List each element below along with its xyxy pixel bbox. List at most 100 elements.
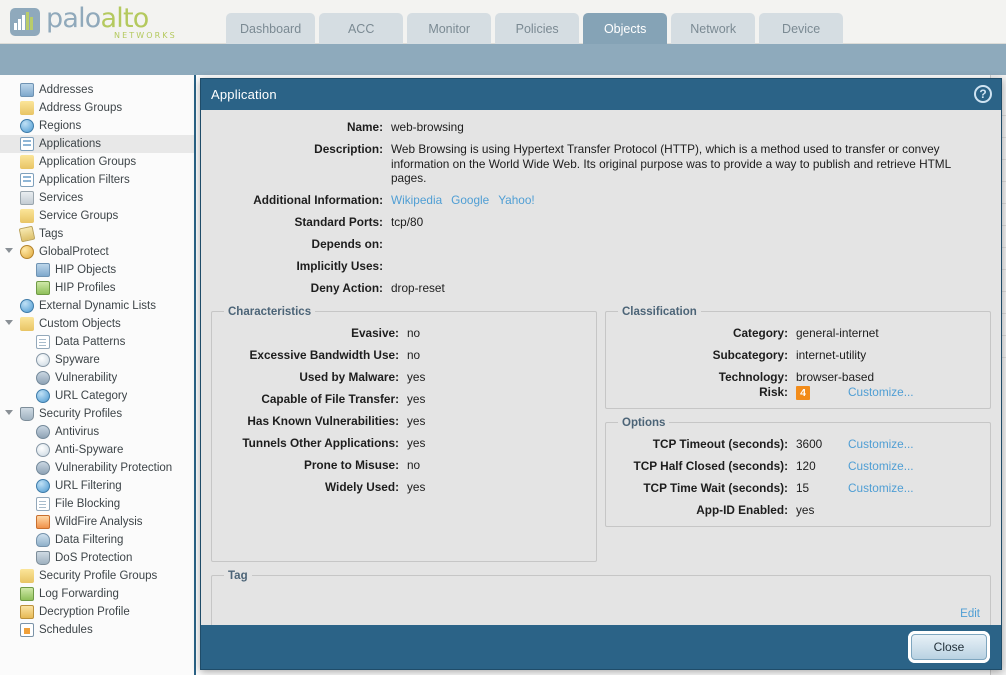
expand-triangle-icon[interactable] (5, 410, 13, 415)
tag-panel: Tag Edit (211, 569, 991, 625)
tag-edit-link[interactable]: Edit (960, 608, 980, 620)
sidebar-item-address-groups[interactable]: Address Groups (0, 99, 194, 117)
sidebar-item-dos-protection[interactable]: DoS Protection (0, 549, 194, 567)
characteristic-label: Excessive Bandwidth Use: (249, 347, 399, 362)
sidebar-item-globalprotect[interactable]: GlobalProtect (0, 243, 194, 261)
tab-policies[interactable]: Policies (495, 13, 580, 44)
sidebar-item-label: Address Groups (39, 102, 123, 114)
dialog-body: Name: web-browsing Description: Web Brow… (201, 110, 1001, 625)
sidebar-item-log-forwarding[interactable]: Log Forwarding (0, 585, 194, 603)
wildfire-analysis-icon (36, 515, 50, 529)
option-customize-link[interactable]: Customize... (848, 437, 914, 451)
security-profiles-icon (20, 407, 34, 421)
option-row: App-ID Enabled: yes (616, 503, 980, 518)
link-yahoo-[interactable]: Yahoo! (498, 193, 535, 207)
option-value: yes (796, 503, 848, 518)
sidebar-item-label: Vulnerability (55, 372, 118, 384)
options-legend: Options (622, 416, 666, 429)
characteristic-label: Prone to Misuse: (303, 457, 399, 472)
sidebar-item-url-category[interactable]: URL Category (0, 387, 194, 405)
expand-triangle-icon[interactable] (5, 248, 13, 253)
link-google[interactable]: Google (451, 193, 489, 207)
help-icon[interactable]: ? (974, 85, 992, 103)
sidebar-item-external-dynamic-lists[interactable]: External Dynamic Lists (0, 297, 194, 315)
close-button[interactable]: Close (908, 631, 990, 663)
option-value: 3600 Customize... (796, 437, 914, 452)
sidebar-item-spyware[interactable]: Spyware (0, 351, 194, 369)
sidebar-item-antivirus[interactable]: Antivirus (0, 423, 194, 441)
sidebar-item-regions[interactable]: Regions (0, 117, 194, 135)
classification-legend: Classification (622, 305, 697, 318)
option-number: 120 (796, 458, 816, 473)
sidebar-item-label: Data Patterns (55, 336, 126, 348)
sidebar-item-applications[interactable]: Applications (0, 135, 194, 153)
risk-customize-link[interactable]: Customize... (848, 385, 914, 399)
option-customize-link[interactable]: Customize... (848, 481, 914, 495)
sidebar-item-application-filters[interactable]: Application Filters (0, 171, 194, 189)
tab-dashboard[interactable]: Dashboard (226, 13, 316, 44)
sidebar-item-custom-objects[interactable]: Custom Objects (0, 315, 194, 333)
characteristic-label: Capable of File Transfer: (261, 391, 399, 406)
characteristic-label: Used by Malware: (299, 369, 399, 384)
classification-label: Subcategory: (712, 347, 788, 362)
sidebar-item-data-filtering[interactable]: Data Filtering (0, 531, 194, 549)
sidebar-item-data-patterns[interactable]: Data Patterns (0, 333, 194, 351)
sidebar-item-hip-profiles[interactable]: HIP Profiles (0, 279, 194, 297)
sidebar-item-label: Service Groups (39, 210, 119, 222)
options-panel: Options TCP Timeout (seconds): 3600 Custom… (605, 416, 991, 527)
sidebar-item-file-blocking[interactable]: File Blocking (0, 495, 194, 513)
tab-device[interactable]: Device (759, 13, 844, 44)
sidebar-item-label: Applications (39, 138, 102, 150)
sidebar-item-decryption-profile[interactable]: Decryption Profile (0, 603, 194, 621)
characteristic-value: no (407, 457, 421, 472)
url-category-icon (36, 389, 50, 403)
sidebar-item-hip-objects[interactable]: HIP Objects (0, 261, 194, 279)
sidebar-item-url-filtering[interactable]: URL Filtering (0, 477, 194, 495)
depends-on-value (391, 237, 394, 252)
option-row: TCP Timeout (seconds): 3600 Customize... (616, 437, 980, 452)
sidebar-item-services[interactable]: Services (0, 189, 194, 207)
characteristic-value: yes (407, 413, 426, 428)
link-wikipedia[interactable]: Wikipedia (391, 193, 442, 207)
sidebar-item-security-profiles[interactable]: Security Profiles (0, 405, 194, 423)
regions-icon (20, 119, 34, 133)
tags-icon (18, 225, 36, 243)
additional-information-links: Wikipedia Google Yahoo! (391, 193, 544, 208)
sidebar-item-tags[interactable]: Tags (0, 225, 194, 243)
sidebar-item-vulnerability[interactable]: Vulnerability (0, 369, 194, 387)
application-filters-icon (20, 173, 34, 187)
characteristic-row: Has Known Vulnerabilities: yes (222, 414, 586, 429)
risk-label: Risk: (759, 384, 788, 399)
expand-triangle-icon[interactable] (5, 320, 13, 325)
sidebar-item-addresses[interactable]: Addresses (0, 81, 194, 99)
description-label: Description: (314, 142, 383, 156)
workspace: Addresses Address Groups Regions Applicatio… (0, 75, 1006, 675)
sidebar-item-service-groups[interactable]: Service Groups (0, 207, 194, 225)
characteristic-value: no (407, 347, 421, 362)
tab-monitor[interactable]: Monitor (407, 13, 492, 44)
option-row: TCP Half Closed (seconds): 120 Customize..… (616, 459, 980, 474)
tab-objects[interactable]: Objects (583, 13, 668, 44)
hip-profiles-icon (36, 281, 50, 295)
sidebar-item-label: External Dynamic Lists (39, 300, 156, 312)
characteristic-row: Evasive: no (222, 326, 586, 341)
sidebar-item-label: Anti-Spyware (55, 444, 124, 456)
sidebar-item-anti-spyware[interactable]: Anti-Spyware (0, 441, 194, 459)
sidebar-item-vulnerability-protection[interactable]: Vulnerability Protection (0, 459, 194, 477)
field-implicitly-uses: Implicitly Uses: (211, 259, 991, 274)
classification-row: Technology: browser-based (616, 370, 980, 385)
implicitly-uses-label: Implicitly Uses: (296, 258, 383, 273)
characteristic-row: Capable of File Transfer: yes (222, 392, 586, 407)
sidebar-item-security-profile-groups[interactable]: Security Profile Groups (0, 567, 194, 585)
hip-objects-icon (36, 263, 50, 277)
option-customize-link[interactable]: Customize... (848, 459, 914, 473)
option-label: TCP Half Closed (seconds): (633, 458, 788, 473)
sidebar-item-application-groups[interactable]: Application Groups (0, 153, 194, 171)
sidebar-item-wildfire-analysis[interactable]: WildFire Analysis (0, 513, 194, 531)
deny-action-value: drop-reset (391, 280, 445, 295)
sidebar-item-schedules[interactable]: Schedules (0, 621, 194, 639)
tab-acc[interactable]: ACC (319, 13, 404, 44)
tab-network[interactable]: Network (671, 13, 756, 44)
risk-value-wrap: 4 Customize... (796, 385, 914, 400)
characteristic-row: Widely Used: yes (222, 480, 586, 495)
